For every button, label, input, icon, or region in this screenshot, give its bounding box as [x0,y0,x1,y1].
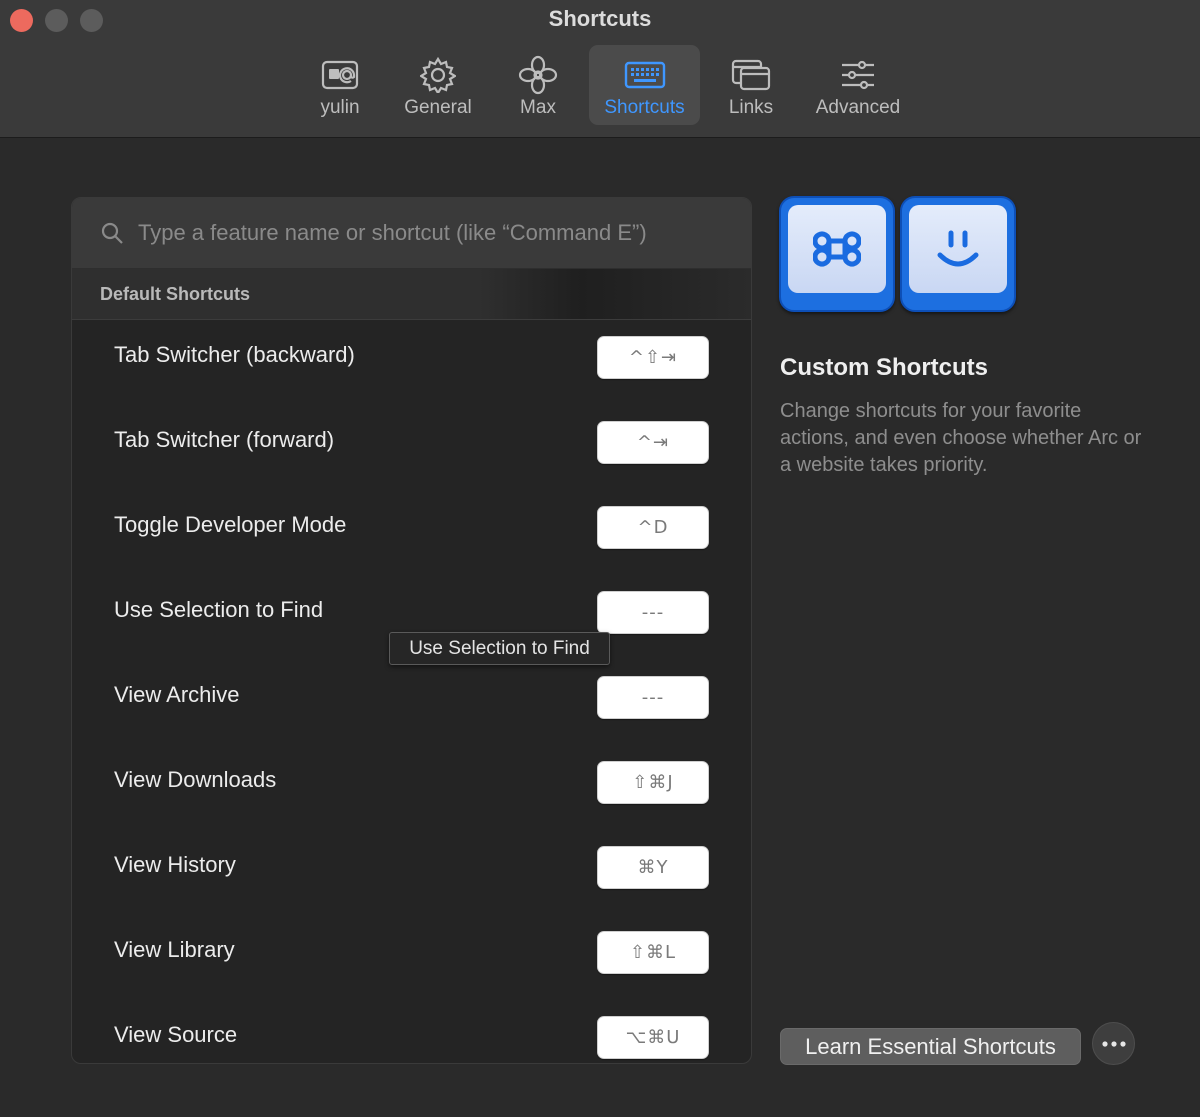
tab-label: Max [520,97,556,118]
shortcut-row[interactable]: View Library ⇧⌘L [72,915,751,1000]
shortcut-row[interactable]: View History ⌘Y [72,830,751,915]
shortcut-label: View Archive [114,682,240,707]
shortcut-key-field[interactable]: ^⇥ [597,421,709,464]
tab-shortcuts[interactable]: Shortcuts [589,45,700,125]
shortcut-key-field[interactable]: --- [597,591,709,634]
shortcut-key-field[interactable]: ⇧⌘L [597,931,709,974]
search-icon [101,222,123,244]
shortcut-label: Tab Switcher (backward) [114,342,355,367]
shortcut-row[interactable]: Tab Switcher (forward) ^⇥ [72,405,751,490]
learn-essential-shortcuts-button[interactable]: Learn Essential Shortcuts [780,1028,1081,1065]
title-bar: Shortcuts yulin General Max Shortcuts Li… [0,0,1200,138]
more-options-button[interactable] [1092,1022,1135,1065]
gear-icon [420,53,456,97]
shortcut-row[interactable]: View Archive --- [72,660,751,745]
max-flower-icon [518,53,558,97]
shortcut-label: View History [114,852,236,877]
shortcut-key-field[interactable]: ⌥⌘U [597,1016,709,1059]
tab-yulin[interactable]: yulin [304,45,376,125]
command-key-icon [779,196,895,312]
shortcut-label: Toggle Developer Mode [114,512,347,537]
tab-label: Links [728,97,774,118]
tab-max[interactable]: Max [505,45,571,125]
shortcut-label: View Library [114,937,235,962]
tooltip: Use Selection to Find [389,632,610,665]
tab-label: yulin [320,97,360,118]
shortcuts-panel: Default Shortcuts Tab Switcher (backward… [71,197,752,1064]
search-bar [72,198,751,269]
tab-general[interactable]: General [393,45,483,125]
section-header: Default Shortcuts [72,269,751,320]
tab-label: General [404,97,472,118]
keyboard-icon [624,53,666,97]
shortcut-row[interactable]: Tab Switcher (backward) ^⇧⇥ [72,320,751,405]
shortcut-list[interactable]: Tab Switcher (backward) ^⇧⇥ Tab Switcher… [72,320,751,1063]
smiley-key-icon [900,196,1016,312]
shortcut-label: Use Selection to Find [114,597,324,622]
tab-advanced[interactable]: Advanced [805,45,911,125]
windows-icon [731,53,771,97]
custom-shortcuts-description: Change shortcuts for your favorite actio… [780,400,1142,476]
shortcut-label: Tab Switcher (forward) [114,427,335,452]
window-title: Shortcuts [548,6,652,31]
tab-label: Shortcuts [604,97,685,118]
tab-label: Advanced [815,97,901,118]
shortcut-key-field[interactable]: ⌘Y [597,846,709,889]
shortcut-label: View Source [114,1022,238,1047]
shortcut-row[interactable]: Toggle Developer Mode ^D [72,490,751,575]
preferences-tabs: yulin General Max Shortcuts Links Advanc… [0,45,1200,125]
shortcut-row[interactable]: View Downloads ⇧⌘J [72,745,751,830]
tab-links[interactable]: Links [717,45,785,125]
custom-shortcuts-title: Custom Shortcuts [780,354,989,381]
contact-card-icon [321,53,359,97]
shortcut-key-field[interactable]: ⇧⌘J [597,761,709,804]
sliders-icon [840,53,876,97]
shortcut-key-field[interactable]: ^D [597,506,709,549]
shortcut-key-field[interactable]: ^⇧⇥ [597,336,709,379]
search-input[interactable] [138,220,718,246]
shortcut-label: View Downloads [114,767,277,792]
shortcut-row[interactable]: View Source ⌥⌘U [72,1000,751,1063]
ellipsis-icon [1101,1040,1126,1047]
shortcut-key-field[interactable]: --- [597,676,709,719]
